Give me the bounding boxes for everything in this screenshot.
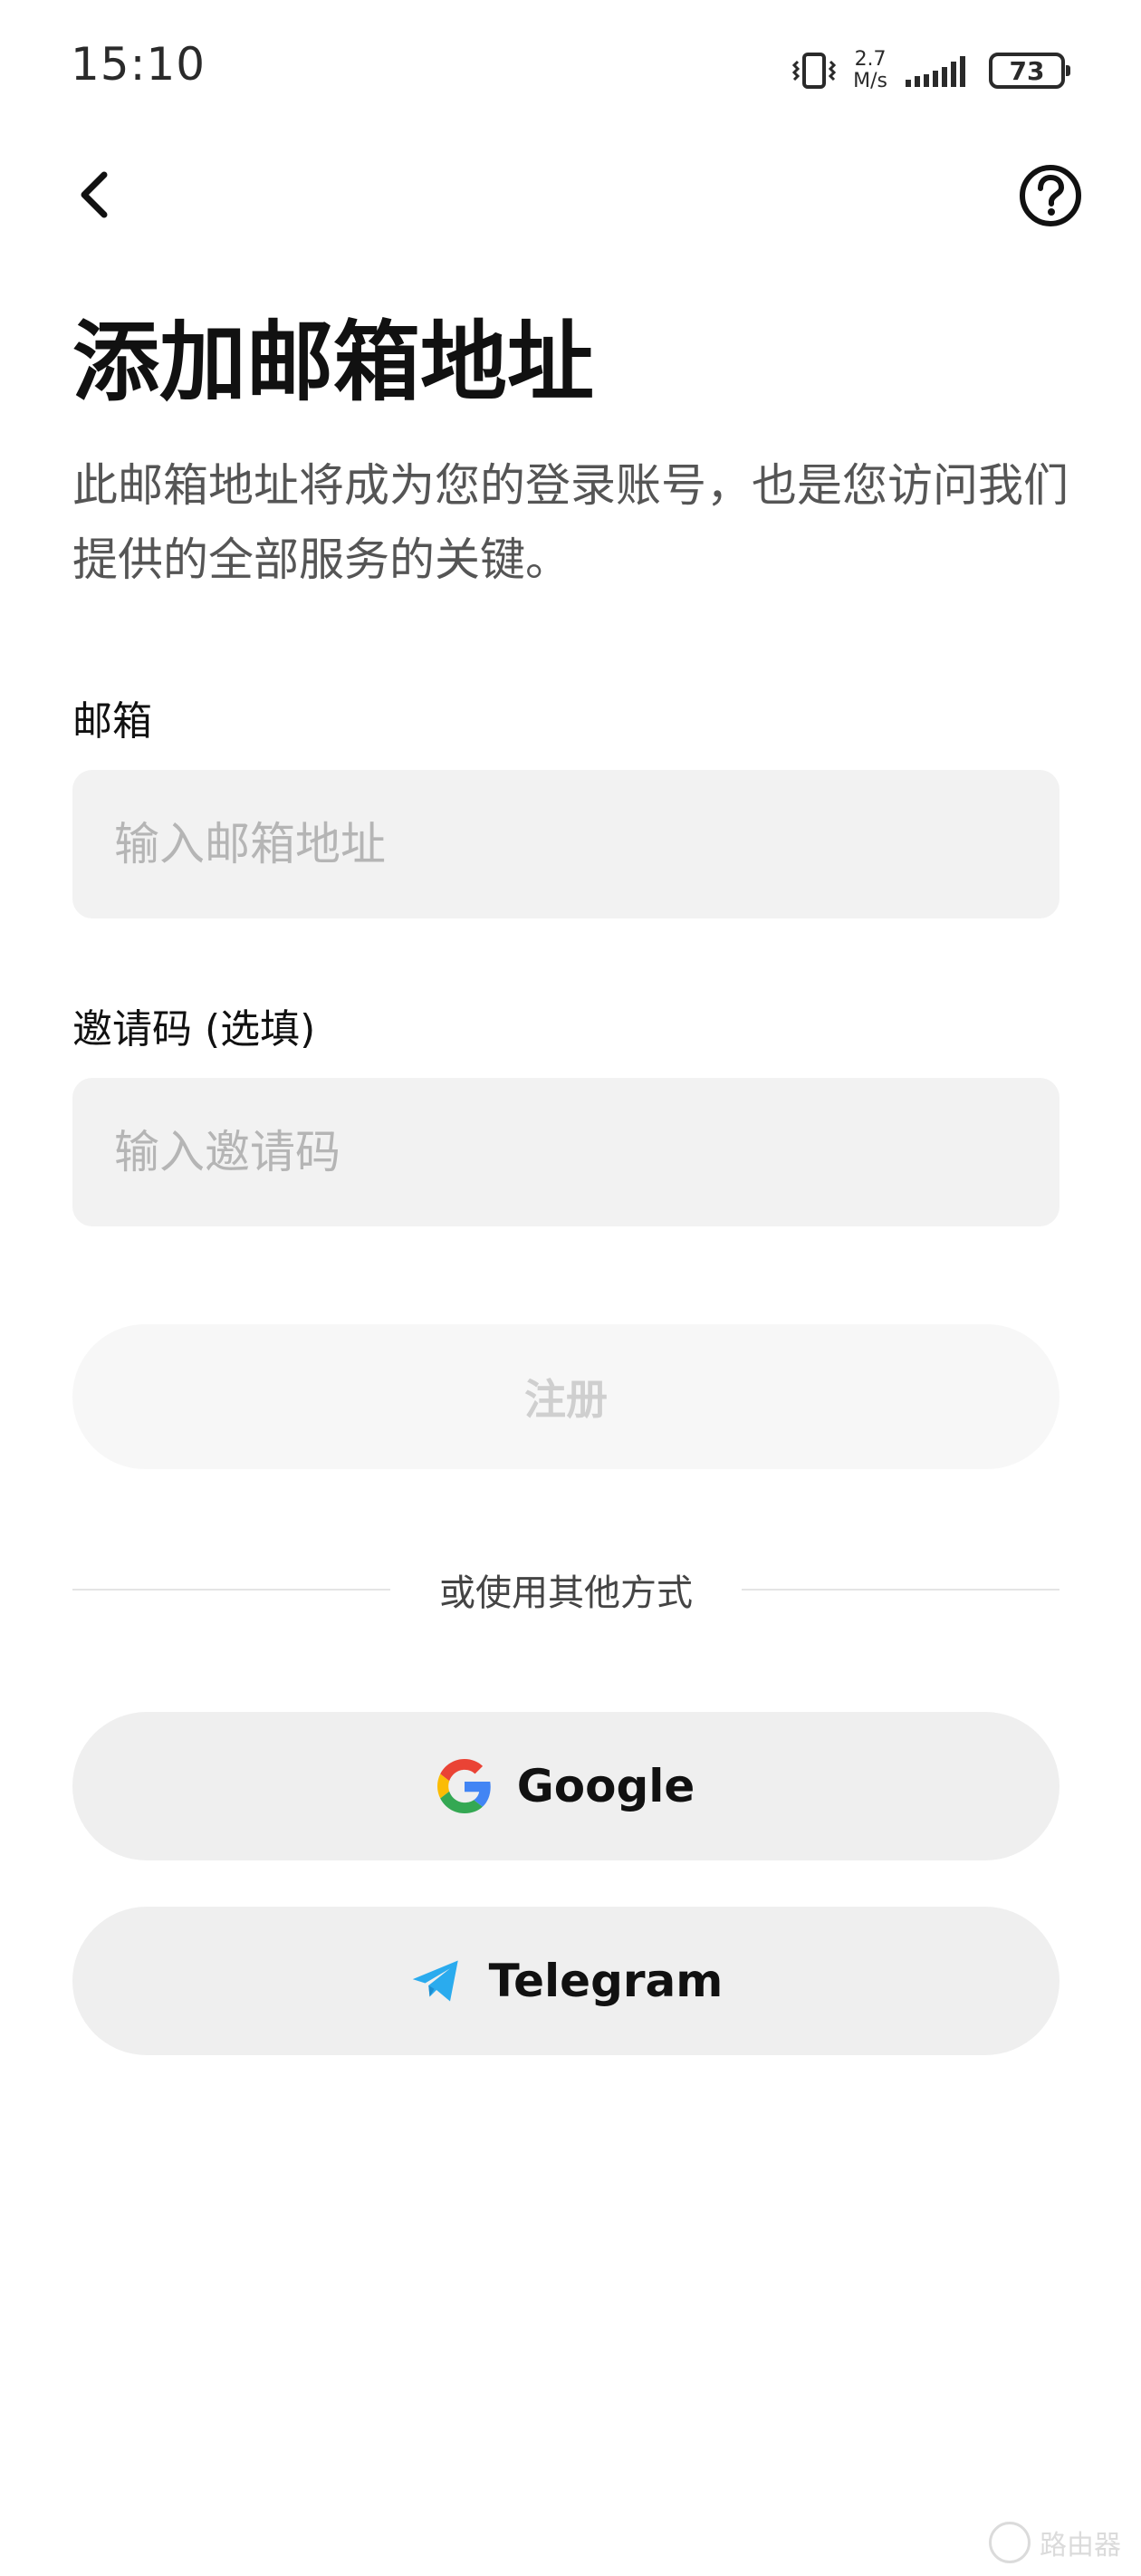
page-title: 添加邮箱地址 — [72, 312, 594, 413]
telegram-login-label: Telegram — [488, 1955, 724, 2007]
battery-indicator: 73 — [989, 53, 1070, 89]
status-icons: 2.7 M/s 73 — [791, 43, 1070, 98]
divider-line-right — [742, 1589, 1060, 1591]
status-bar: 15:10 2.7 M/s 73 — [0, 0, 1141, 145]
page-subtitle: 此邮箱地址将成为您的登录账号，也是您访问我们提供的全部服务的关键。 — [72, 459, 1069, 586]
network-speed: 2.7 M/s — [853, 49, 887, 92]
signal-icon — [906, 56, 965, 87]
vibrate-icon — [792, 53, 837, 89]
watermark-logo-icon — [989, 2522, 1031, 2563]
chevron-left-icon — [81, 171, 108, 218]
google-login-button[interactable]: Google — [72, 1712, 1060, 1860]
help-button[interactable] — [1018, 163, 1083, 228]
alt-login-divider: 或使用其他方式 — [72, 1558, 1060, 1621]
telegram-login-button[interactable]: Telegram — [72, 1907, 1060, 2055]
invite-code-input[interactable] — [72, 1078, 1060, 1226]
divider-line-left — [72, 1589, 390, 1591]
divider-text: 或使用其他方式 — [439, 1572, 693, 1614]
watermark-text: 路由器 — [1040, 2530, 1121, 2562]
google-icon — [436, 1759, 491, 1813]
help-icon — [1020, 165, 1081, 226]
top-nav — [0, 145, 1141, 245]
watermark: 路由器 — [989, 2522, 1121, 2563]
telegram-icon — [412, 1960, 458, 2002]
register-button[interactable]: 注册 — [72, 1324, 1060, 1469]
back-button[interactable] — [63, 163, 127, 226]
email-label: 邮箱 — [72, 698, 152, 745]
network-speed-unit: M/s — [853, 70, 887, 92]
status-time: 15:10 — [71, 38, 206, 91]
invite-code-label: 邀请码 (选填) — [72, 1006, 316, 1053]
email-input[interactable] — [72, 770, 1060, 918]
network-speed-value: 2.7 — [854, 48, 887, 71]
google-login-label: Google — [516, 1760, 695, 1812]
battery-level: 73 — [1009, 55, 1045, 86]
